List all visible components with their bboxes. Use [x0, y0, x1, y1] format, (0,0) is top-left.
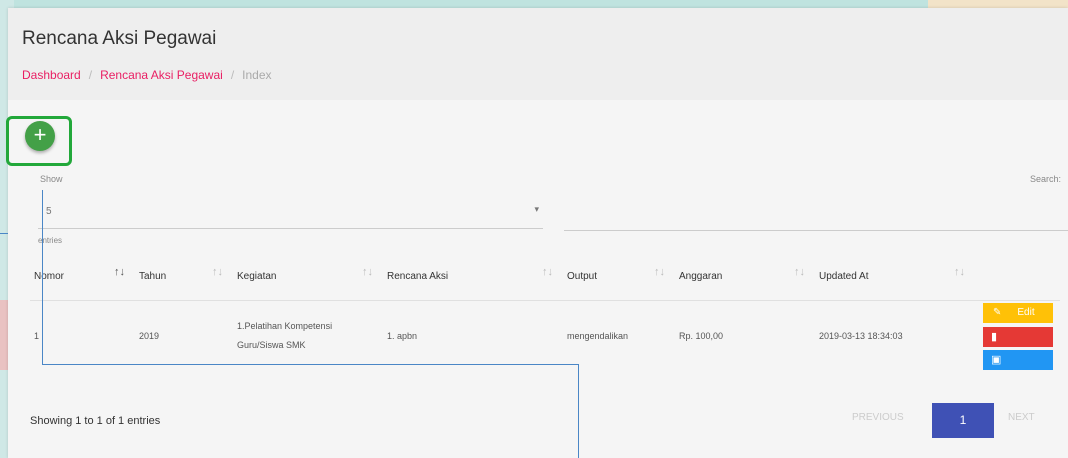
trash-icon: ▮	[991, 331, 998, 343]
edit-button[interactable]: ✎ Edit	[983, 303, 1053, 323]
column-header-label: Rencana Aksi	[387, 270, 449, 282]
column-header-label: Tahun	[139, 270, 167, 282]
pagination-previous[interactable]: PREVIOUS	[852, 412, 904, 423]
column-header-rencana-aksi[interactable]: Rencana Aksi ↑↓	[383, 252, 563, 301]
cell-anggaran: Rp. 100,00	[679, 331, 724, 341]
sort-icon: ↑↓	[654, 266, 665, 278]
annotation-connector	[42, 364, 579, 365]
entries-select[interactable]: 5 ▾	[38, 198, 543, 229]
entries-select-value: 5	[46, 206, 52, 217]
sort-icon: ↑↓	[542, 266, 553, 278]
breadcrumb-rencana-aksi[interactable]: Rencana Aksi Pegawai	[100, 68, 223, 82]
caret-down-icon: ▾	[534, 204, 539, 214]
cell-nomor: 1	[34, 331, 40, 341]
column-header-kegiatan[interactable]: Kegiatan ↑↓	[233, 252, 383, 301]
pagination-next[interactable]: NEXT	[1008, 412, 1035, 423]
page-title: Rencana Aksi Pegawai	[22, 28, 217, 49]
column-header-label: Nomor	[34, 270, 65, 282]
column-header-actions	[975, 252, 1060, 301]
sort-asc-icon: ↑↓	[114, 266, 125, 278]
column-header-label: Updated At	[819, 270, 869, 282]
breadcrumb: Dashboard / Rencana Aksi Pegawai / Index	[22, 68, 272, 82]
edit-button-label: Edit	[1017, 307, 1035, 318]
column-header-updated-at[interactable]: Updated At ↑↓	[815, 252, 975, 301]
annotation-connector	[42, 190, 43, 364]
column-header-label: Anggaran	[679, 270, 723, 282]
sort-icon: ↑↓	[362, 266, 373, 278]
sort-icon: ↑↓	[212, 266, 223, 278]
table-info: Showing 1 to 1 of 1 entries	[30, 415, 161, 427]
add-button[interactable]: +	[25, 121, 55, 151]
cell-tahun: 2019	[139, 331, 160, 341]
table-row: 1 2019 1.Pelatihan Kompetensi Guru/Siswa…	[30, 301, 1060, 372]
cell-updated-at: 2019-03-13 18:34:03	[819, 331, 903, 341]
column-header-output[interactable]: Output ↑↓	[563, 252, 675, 301]
view-button[interactable]: ▣	[983, 350, 1053, 370]
breadcrumb-dashboard[interactable]: Dashboard	[22, 68, 81, 82]
column-header-label: Output	[567, 270, 598, 282]
cell-kegiatan: 1.Pelatihan Kompetensi Guru/Siswa SMK	[237, 321, 333, 350]
cell-output: mengendalikan	[567, 331, 629, 341]
search-label: Search:	[1030, 174, 1062, 184]
data-table: Nomor ↑↓ Tahun ↑↓ Kegiatan ↑↓ Rencana Aksi ↑…	[30, 252, 1060, 371]
column-header-anggaran[interactable]: Anggaran ↑↓	[675, 252, 815, 301]
cell-rencana-aksi: 1. apbn	[387, 331, 418, 341]
table-header-row: Nomor ↑↓ Tahun ↑↓ Kegiatan ↑↓ Rencana Aksi ↑…	[30, 252, 1060, 301]
breadcrumb-separator: /	[88, 68, 93, 82]
sort-icon: ↑↓	[794, 266, 805, 278]
column-header-nomor[interactable]: Nomor ↑↓	[30, 252, 135, 301]
breadcrumb-index: Index	[242, 68, 272, 82]
show-label: Show	[40, 174, 63, 184]
sort-icon: ↑↓	[954, 266, 965, 278]
search-input[interactable]	[564, 198, 1068, 231]
pencil-icon: ✎	[993, 307, 1002, 318]
column-header-label: Kegiatan	[237, 270, 277, 282]
breadcrumb-separator: /	[230, 68, 235, 82]
column-header-tahun[interactable]: Tahun ↑↓	[135, 252, 233, 301]
page-header: Rencana Aksi Pegawai Dashboard / Rencana…	[8, 8, 1068, 100]
main-card: Rencana Aksi Pegawai Dashboard / Rencana…	[6, 8, 1068, 458]
pagination-page-1[interactable]: 1	[932, 403, 994, 438]
delete-button[interactable]: ▮	[983, 327, 1053, 347]
annotation-connector	[578, 364, 579, 458]
view-icon: ▣	[991, 354, 1002, 366]
annotation-connector	[0, 233, 8, 234]
